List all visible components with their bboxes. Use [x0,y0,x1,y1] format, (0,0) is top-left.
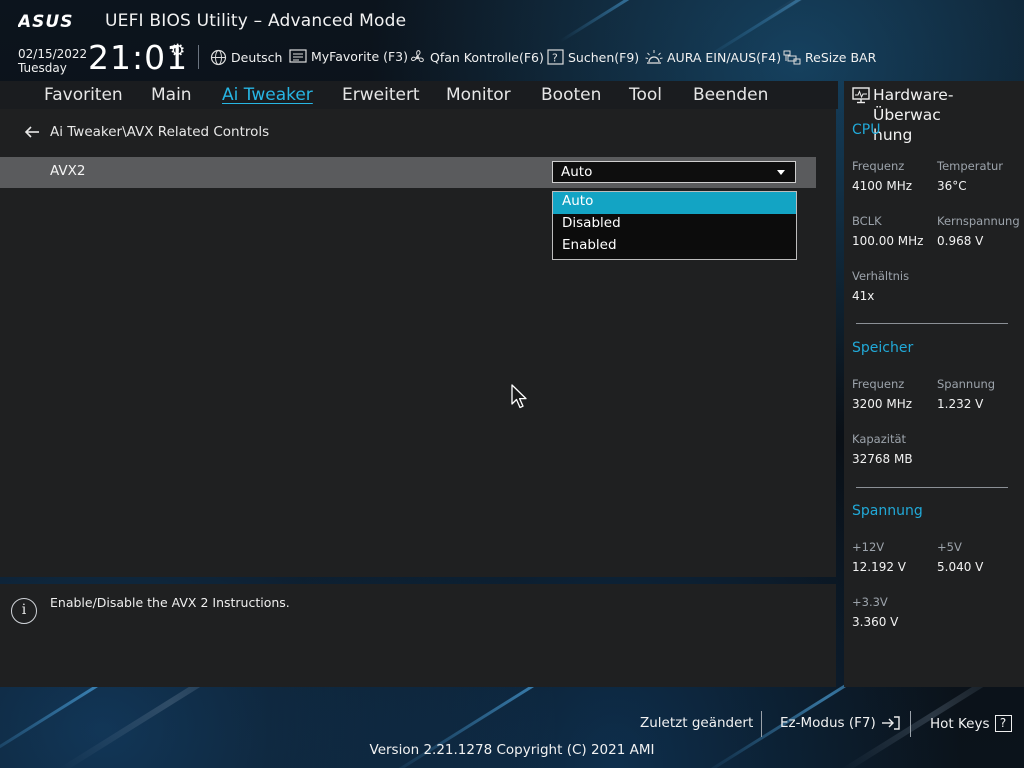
setting-label: AVX2 [50,163,86,179]
option-auto[interactable]: Auto [553,192,796,214]
qfan-label: Qfan Kontrolle(F6) [430,50,544,65]
qfan-button[interactable]: Qfan Kontrolle(F6) [409,49,544,66]
voltage-heading: Spannung [852,503,923,519]
cpu-temperature-label: Temperatur [937,159,1004,173]
ez-mode-label: Ez-Modus (F7) [780,715,876,731]
v33-value: 3.360 V [852,615,899,629]
cpu-frequency-label: Frequenz [852,159,905,173]
search-label: Suchen(F9) [568,49,640,65]
tab-booten[interactable]: Booten [541,85,601,105]
svg-text:?: ? [552,52,558,65]
date-display: 02/15/2022 Tuesday [18,47,87,75]
hot-keys-help-icon: ? [994,715,1012,732]
tab-erweitert[interactable]: Erweitert [342,85,420,105]
cpu-frequency-value: 4100 MHz [852,179,913,193]
tab-ai-tweaker[interactable]: Ai Tweaker [222,85,313,105]
info-icon: i [11,598,37,624]
last-modified-label: Zuletzt geändert [640,715,754,731]
asus-logo: ASUS [18,12,73,31]
language-label: Deutsch [231,50,283,65]
resize-bar-button[interactable]: ReSize BAR [783,49,876,65]
app-title: UEFI BIOS Utility – Advanced Mode [105,11,407,31]
memory-voltage-value: 1.232 V [937,397,984,411]
last-modified-button[interactable]: Zuletzt geändert [640,715,753,731]
memory-frequency-value: 3200 MHz [852,397,913,411]
ratio-value: 41x [852,289,875,303]
version-text: Version 2.21.1278 Copyright (C) 2021 AMI [369,742,655,758]
caret-down-icon [777,170,785,175]
date: 02/15/2022 [18,47,88,61]
v12-label: +12V [852,540,885,554]
myfavorite-label: MyFavorite (F3) [311,49,409,64]
globe-icon [210,49,227,66]
cpu-heading: CPU [852,122,881,138]
hot-keys-button[interactable]: Hot Keys ? [930,715,1012,732]
section-divider [856,323,1008,324]
avx2-select[interactable]: Auto [552,161,796,183]
search-button[interactable]: ? Suchen(F9) [547,49,639,65]
option-enabled[interactable]: Enabled [553,236,796,258]
hardware-monitor-title-line2: hung [873,126,913,144]
tab-favoriten[interactable]: Favoriten [44,85,123,105]
memory-capacity-label: Kapazität [852,432,907,446]
resize-bar-label: ReSize BAR [805,49,877,65]
aura-label: AURA EIN/AUS(F4) [667,49,782,65]
core-voltage-label: Kernspannung [937,214,1020,228]
exit-arrow-icon [881,716,900,730]
monitor-icon [852,87,870,104]
v5-label: +5V [937,540,962,554]
footer-divider [761,711,762,737]
resize-bar-icon [783,50,801,65]
hot-keys-label: Hot Keys [930,715,990,732]
favorite-list-icon [289,49,307,63]
ez-mode-button[interactable]: Ez-Modus (F7) [780,715,901,731]
cpu-temperature-value: 36°C [937,179,967,193]
tab-beenden[interactable]: Beenden [693,85,768,105]
aura-button[interactable]: AURA EIN/AUS(F4) [645,49,781,65]
footer-divider [910,711,911,737]
breadcrumb[interactable]: Ai Tweaker\AVX Related Controls [24,124,269,140]
hardware-monitor-title: Hardware-Überwac hung [873,85,1021,145]
myfavorite-button[interactable]: MyFavorite (F3) [289,49,408,64]
core-voltage-value: 0.968 V [937,234,984,248]
v12-value: 12.192 V [852,560,907,574]
search-help-icon: ? [547,49,564,65]
svg-text:ASUS: ASUS [18,12,73,31]
memory-frequency-label: Frequenz [852,377,905,391]
tab-main[interactable]: Main [151,85,192,105]
aura-light-icon [645,50,663,64]
bclk-value: 100.00 MHz [852,234,924,248]
v5-value: 5.040 V [937,560,984,574]
memory-capacity-value: 32768 MB [852,452,913,466]
section-divider [856,487,1008,488]
bclk-label: BCLK [852,214,882,228]
help-text: Enable/Disable the AVX 2 Instructions. [50,595,290,610]
clock-settings-gear-icon[interactable]: ⚙ [170,41,185,61]
memory-heading: Speicher [852,340,914,356]
avx2-dropdown-list: Auto Disabled Enabled [552,191,797,260]
mouse-pointer-icon [511,384,527,409]
option-disabled[interactable]: Disabled [553,214,796,236]
tab-monitor[interactable]: Monitor [446,85,511,105]
fan-icon [410,50,424,63]
language-button[interactable]: Deutsch [210,49,282,66]
breadcrumb-path: Ai Tweaker\AVX Related Controls [50,124,270,140]
memory-voltage-label: Spannung [937,377,996,391]
header-divider [198,45,199,69]
hardware-monitor-title-line1: Hardware-Überwac [873,86,954,124]
tab-tool[interactable]: Tool [629,85,662,105]
select-current-value: Auto [561,164,593,180]
v33-label: +3.3V [852,595,888,609]
back-arrow-icon[interactable] [24,125,40,139]
ratio-label: Verhältnis [852,269,910,283]
weekday: Tuesday [18,61,67,75]
